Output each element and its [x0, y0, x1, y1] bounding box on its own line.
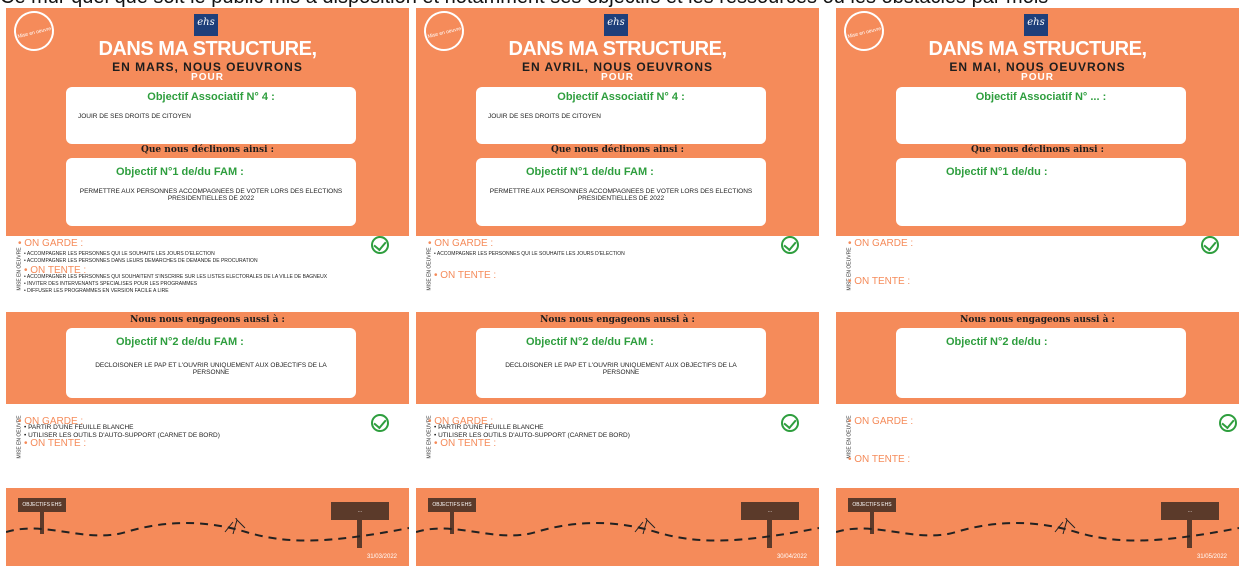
on-tente-label: • ON TENTE : [434, 270, 497, 281]
vertical-label: MISE EN OEUVRE [16, 247, 23, 291]
on-tente-label: • ON TENTE : [848, 276, 911, 287]
engage-heading: Nous nous engageons aussi à : [130, 315, 285, 325]
objectif-2-box: Objectif N°2 de/du FAM : DECLOISONER LE … [66, 328, 356, 398]
engagement-area: Nous nous engageons aussi à : Objectif N… [6, 312, 409, 404]
engagement-area: Nous nous engageons aussi à : Objectif N… [416, 312, 819, 404]
footer-path: OBJECTIFS EHS ... 31/03/2022 [6, 488, 409, 566]
objectif-1-box: Objectif N°1 de/du FAM : PERMETTRE AUX P… [66, 158, 356, 226]
dashed-path-icon [416, 518, 819, 542]
items-list: • PARTIR D'UNE FEUILLE BLANCHE • UTILISE… [24, 424, 220, 449]
mise-en-oeuvre-1: MISE EN OEUVRE • ON GARDE : • ON TENTE : [836, 236, 1239, 312]
objectif-2-text: DECLOISONER LE PAP ET L'OUVRIR UNIQUEMEN… [505, 362, 737, 376]
objectif-2-box: Objectif N°2 de/du : [896, 328, 1186, 398]
list-item: • DIFFUSER LES PROGRAMMES EN VERSION FAC… [24, 288, 169, 294]
items-list: • PARTIR D'UNE FEUILLE BLANCHE • UTILISE… [434, 424, 630, 449]
items-list: • ACCOMPAGNER LES PERSONNES QUI LE SOUHA… [434, 251, 804, 281]
list-item: • PARTIR D'UNE FEUILLE BLANCHE [24, 424, 134, 431]
objectif-2-title: Objectif N°2 de/du FAM : [526, 336, 654, 348]
objectif-1-box: Objectif N°1 de/du FAM : PERMETTRE AUX P… [476, 158, 766, 226]
declinons-heading: Que nous déclinons ainsi : [141, 145, 274, 155]
declinons-heading: Que nous déclinons ainsi : [971, 145, 1104, 155]
title-main: DANS MA STRUCTURE, [98, 38, 317, 60]
footer-path: OBJECTIFS EHS ... 30/04/2022 [416, 488, 819, 566]
objectif-1-title: Objectif N°1 de/du : [946, 166, 1048, 178]
list-item: • ACCOMPAGNER LES PERSONNES QUI LE SOUHA… [24, 251, 215, 257]
signpost-left-icon: OBJECTIFS EHS [428, 498, 476, 534]
title-main: DANS MA STRUCTURE, [508, 38, 727, 60]
objectif-2-title: Objectif N°2 de/du FAM : [116, 336, 244, 348]
on-garde-label: • ON GARDE : [848, 416, 914, 427]
objectif-associatif-title: Objectif Associatif N° 4 : [557, 91, 685, 103]
objectif-2-box: Objectif N°2 de/du FAM : DECLOISONER LE … [476, 328, 766, 398]
signpost-left-icon: OBJECTIFS EHS [848, 498, 896, 534]
header-area: Mise en oeuvre ehs DANS MA STRUCTURE, EN… [416, 6, 819, 236]
objectif-associatif-title: Objectif Associatif N° ... : [975, 91, 1107, 103]
mise-en-oeuvre-2: MISE EN OEUVRE • ON GARDE : • PARTIR D'U… [6, 404, 409, 488]
footer-path: OBJECTIFS EHS ... 31/05/2022 [836, 488, 1239, 566]
on-garde-label: • ON GARDE : [428, 238, 494, 249]
objectif-1-text: PERMETTRE AUX PERSONNES ACCOMPAGNEES DE … [489, 188, 753, 202]
mise-en-oeuvre-2: MISE EN OEUVRE • ON GARDE : • PARTIR D'U… [416, 404, 819, 488]
footer-date: 31/03/2022 [366, 554, 397, 560]
mise-en-oeuvre-2: MISE EN OEUVRE • ON GARDE : • ON TENTE : [836, 404, 1239, 488]
on-tente-label: • ON TENTE : [24, 438, 87, 449]
objectif-associatif-box: Objectif Associatif N° ... : [896, 87, 1186, 144]
ehs-logo: ehs [604, 14, 628, 36]
check-circle-icon [1201, 236, 1219, 254]
on-garde-label: • ON GARDE : [18, 238, 84, 249]
dashed-path-icon [6, 518, 409, 542]
list-item: • ACCOMPAGNER LES PERSONNES QUI LE SOUHA… [434, 251, 625, 257]
mise-en-oeuvre-1: MISE EN OEUVRE • ON GARDE : • ACCOMPAGNE… [6, 236, 409, 312]
list-item: • ACCOMPAGNER LES PERSONNES DANS LEURS D… [24, 258, 258, 264]
ehs-logo: ehs [194, 14, 218, 36]
poster-mai: Mise en oeuvre ehs DANS MA STRUCTURE, EN… [836, 6, 1239, 566]
footer-date: 30/04/2022 [776, 554, 807, 560]
objectif-associatif-box: Objectif Associatif N° 4 : JOUIR DE SES … [476, 87, 766, 144]
objectif-associatif-text: JOUIR DE SES DROITS DE CITOYEN [78, 113, 191, 120]
objectif-associatif-title: Objectif Associatif N° 4 : [147, 91, 275, 103]
items-list: • ACCOMPAGNER LES PERSONNES QUI LE SOUHA… [24, 251, 394, 295]
objectif-2-text: DECLOISONER LE PAP ET L'OUVRIR UNIQUEMEN… [95, 362, 327, 376]
header-area: Mise en oeuvre ehs DANS MA STRUCTURE, EN… [6, 6, 409, 236]
title-pour: POUR [191, 72, 224, 83]
check-circle-icon [371, 414, 389, 432]
ehs-logo: ehs [1024, 14, 1048, 36]
footer-date: 31/05/2022 [1196, 554, 1227, 560]
poster-avril: Mise en oeuvre ehs DANS MA STRUCTURE, EN… [416, 6, 819, 566]
objectif-associatif-text: JOUIR DE SES DROITS DE CITOYEN [488, 113, 601, 120]
page-caption: Ce mur quel que soit le public mis à dis… [0, 0, 1239, 8]
mise-en-oeuvre-1: MISE EN OEUVRE • ON GARDE : • ACCOMPAGNE… [416, 236, 819, 312]
title-pour: POUR [601, 72, 634, 83]
objectif-1-title: Objectif N°1 de/du FAM : [116, 166, 244, 178]
poster-mars: Mise en oeuvre ehs DANS MA STRUCTURE, EN… [6, 6, 409, 566]
dashed-path-icon [836, 518, 1239, 542]
signpost-left-icon: OBJECTIFS EHS [18, 498, 66, 534]
on-tente-label: • ON TENTE : [848, 454, 911, 465]
list-item: • PARTIR D'UNE FEUILLE BLANCHE [434, 424, 544, 431]
objectif-1-box: Objectif N°1 de/du : [896, 158, 1186, 226]
list-item: • INVITER DES INTERVENANTS SPECIALISES P… [24, 281, 198, 287]
objectif-2-title: Objectif N°2 de/du : [946, 336, 1048, 348]
engage-heading: Nous nous engageons aussi à : [960, 315, 1115, 325]
vertical-label: MISE EN OEUVRE [426, 247, 433, 291]
on-tente-label: • ON TENTE : [24, 265, 87, 276]
objectif-associatif-box: Objectif Associatif N° 4 : JOUIR DE SES … [66, 87, 356, 144]
list-item: • ACCOMPAGNER LES PERSONNES QUI SOUHAITE… [24, 274, 328, 280]
title-pour: POUR [1021, 72, 1054, 83]
objectif-1-title: Objectif N°1 de/du FAM : [526, 166, 654, 178]
objectif-1-text: PERMETTRE AUX PERSONNES ACCOMPAGNEES DE … [79, 188, 343, 202]
title-main: DANS MA STRUCTURE, [928, 38, 1147, 60]
declinons-heading: Que nous déclinons ainsi : [551, 145, 684, 155]
check-circle-icon [1219, 414, 1237, 432]
engagement-area: Nous nous engageons aussi à : Objectif N… [836, 312, 1239, 404]
header-area: Mise en oeuvre ehs DANS MA STRUCTURE, EN… [836, 6, 1239, 236]
check-circle-icon [781, 414, 799, 432]
on-tente-label: • ON TENTE : [434, 438, 497, 449]
engage-heading: Nous nous engageons aussi à : [540, 315, 695, 325]
on-garde-label: • ON GARDE : [848, 238, 914, 249]
